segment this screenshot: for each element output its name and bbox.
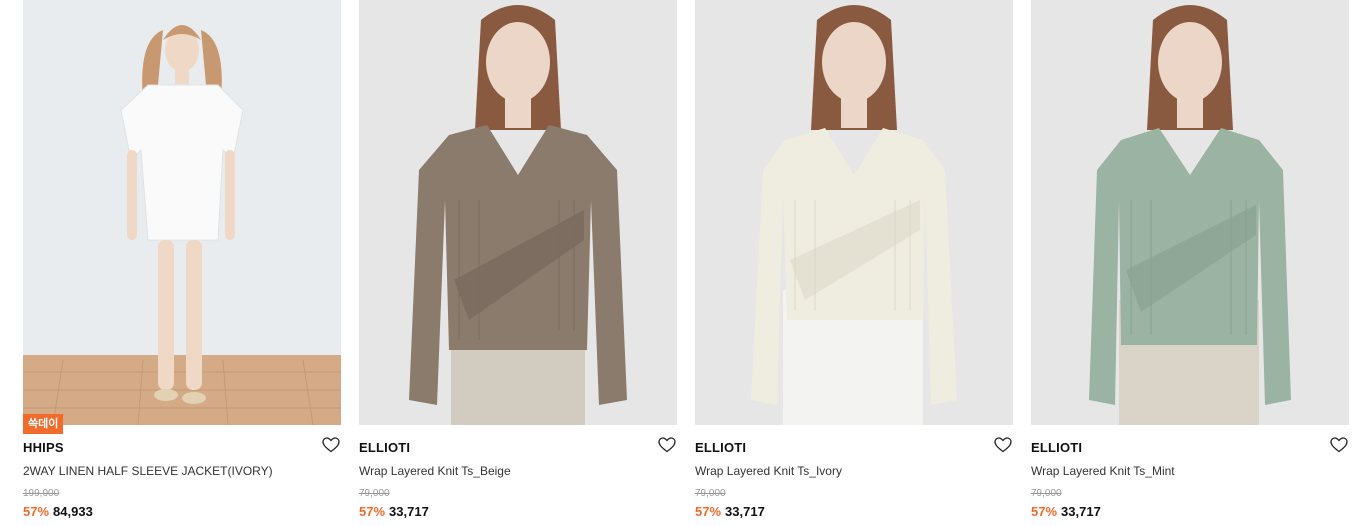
discount-rate: 57% <box>695 504 722 519</box>
product-name[interactable]: Wrap Layered Knit Ts_Mint <box>1031 464 1175 478</box>
heart-icon[interactable] <box>322 437 340 453</box>
product-name[interactable]: Wrap Layered Knit Ts_Ivory <box>695 464 842 478</box>
sale-price: 33,717 <box>389 504 429 519</box>
sale-price: 84,933 <box>53 504 93 519</box>
heart-icon[interactable] <box>1330 437 1348 453</box>
discount-rate: 57% <box>1031 504 1058 519</box>
sale-badge: 쓱데이 <box>23 414 64 434</box>
discount-rate: 57% <box>23 504 50 519</box>
product-card[interactable]: ELLIOTI Wrap Layered Knit Ts_Beige 79,00… <box>359 0 677 526</box>
product-image[interactable] <box>23 0 341 425</box>
original-price: 79,000 <box>359 488 390 499</box>
product-image[interactable] <box>695 0 1013 425</box>
price-row: 57% 33,717 <box>1031 504 1101 519</box>
sale-price: 33,717 <box>725 504 765 519</box>
sale-price: 33,717 <box>1061 504 1101 519</box>
original-price: 79,000 <box>1031 488 1062 499</box>
heart-icon[interactable] <box>658 437 676 453</box>
brand-name[interactable]: ELLIOTI <box>1031 440 1082 455</box>
product-card[interactable]: ELLIOTI Wrap Layered Knit Ts_Ivory 79,00… <box>695 0 1013 526</box>
product-name[interactable]: Wrap Layered Knit Ts_Beige <box>359 464 511 478</box>
discount-rate: 57% <box>359 504 386 519</box>
product-card[interactable]: 쓱데이 HHIPS 2WAY LINEN HALF SLEEVE JACKET(… <box>23 0 341 526</box>
product-name[interactable]: 2WAY LINEN HALF SLEEVE JACKET(IVORY) <box>23 464 273 478</box>
original-price: 79,000 <box>695 488 726 499</box>
price-row: 57% 33,717 <box>695 504 765 519</box>
heart-icon[interactable] <box>994 437 1012 453</box>
original-price: 199,000 <box>23 488 60 499</box>
brand-name[interactable]: HHIPS <box>23 440 64 455</box>
brand-name[interactable]: ELLIOTI <box>695 440 746 455</box>
brand-name[interactable]: ELLIOTI <box>359 440 410 455</box>
product-grid: 쓱데이 HHIPS 2WAY LINEN HALF SLEEVE JACKET(… <box>0 0 1357 526</box>
product-image[interactable] <box>1031 0 1349 425</box>
price-row: 57% 33,717 <box>359 504 429 519</box>
product-card[interactable]: ELLIOTI Wrap Layered Knit Ts_Mint 79,000… <box>1031 0 1349 526</box>
price-row: 57% 84,933 <box>23 504 93 519</box>
product-image[interactable] <box>359 0 677 425</box>
